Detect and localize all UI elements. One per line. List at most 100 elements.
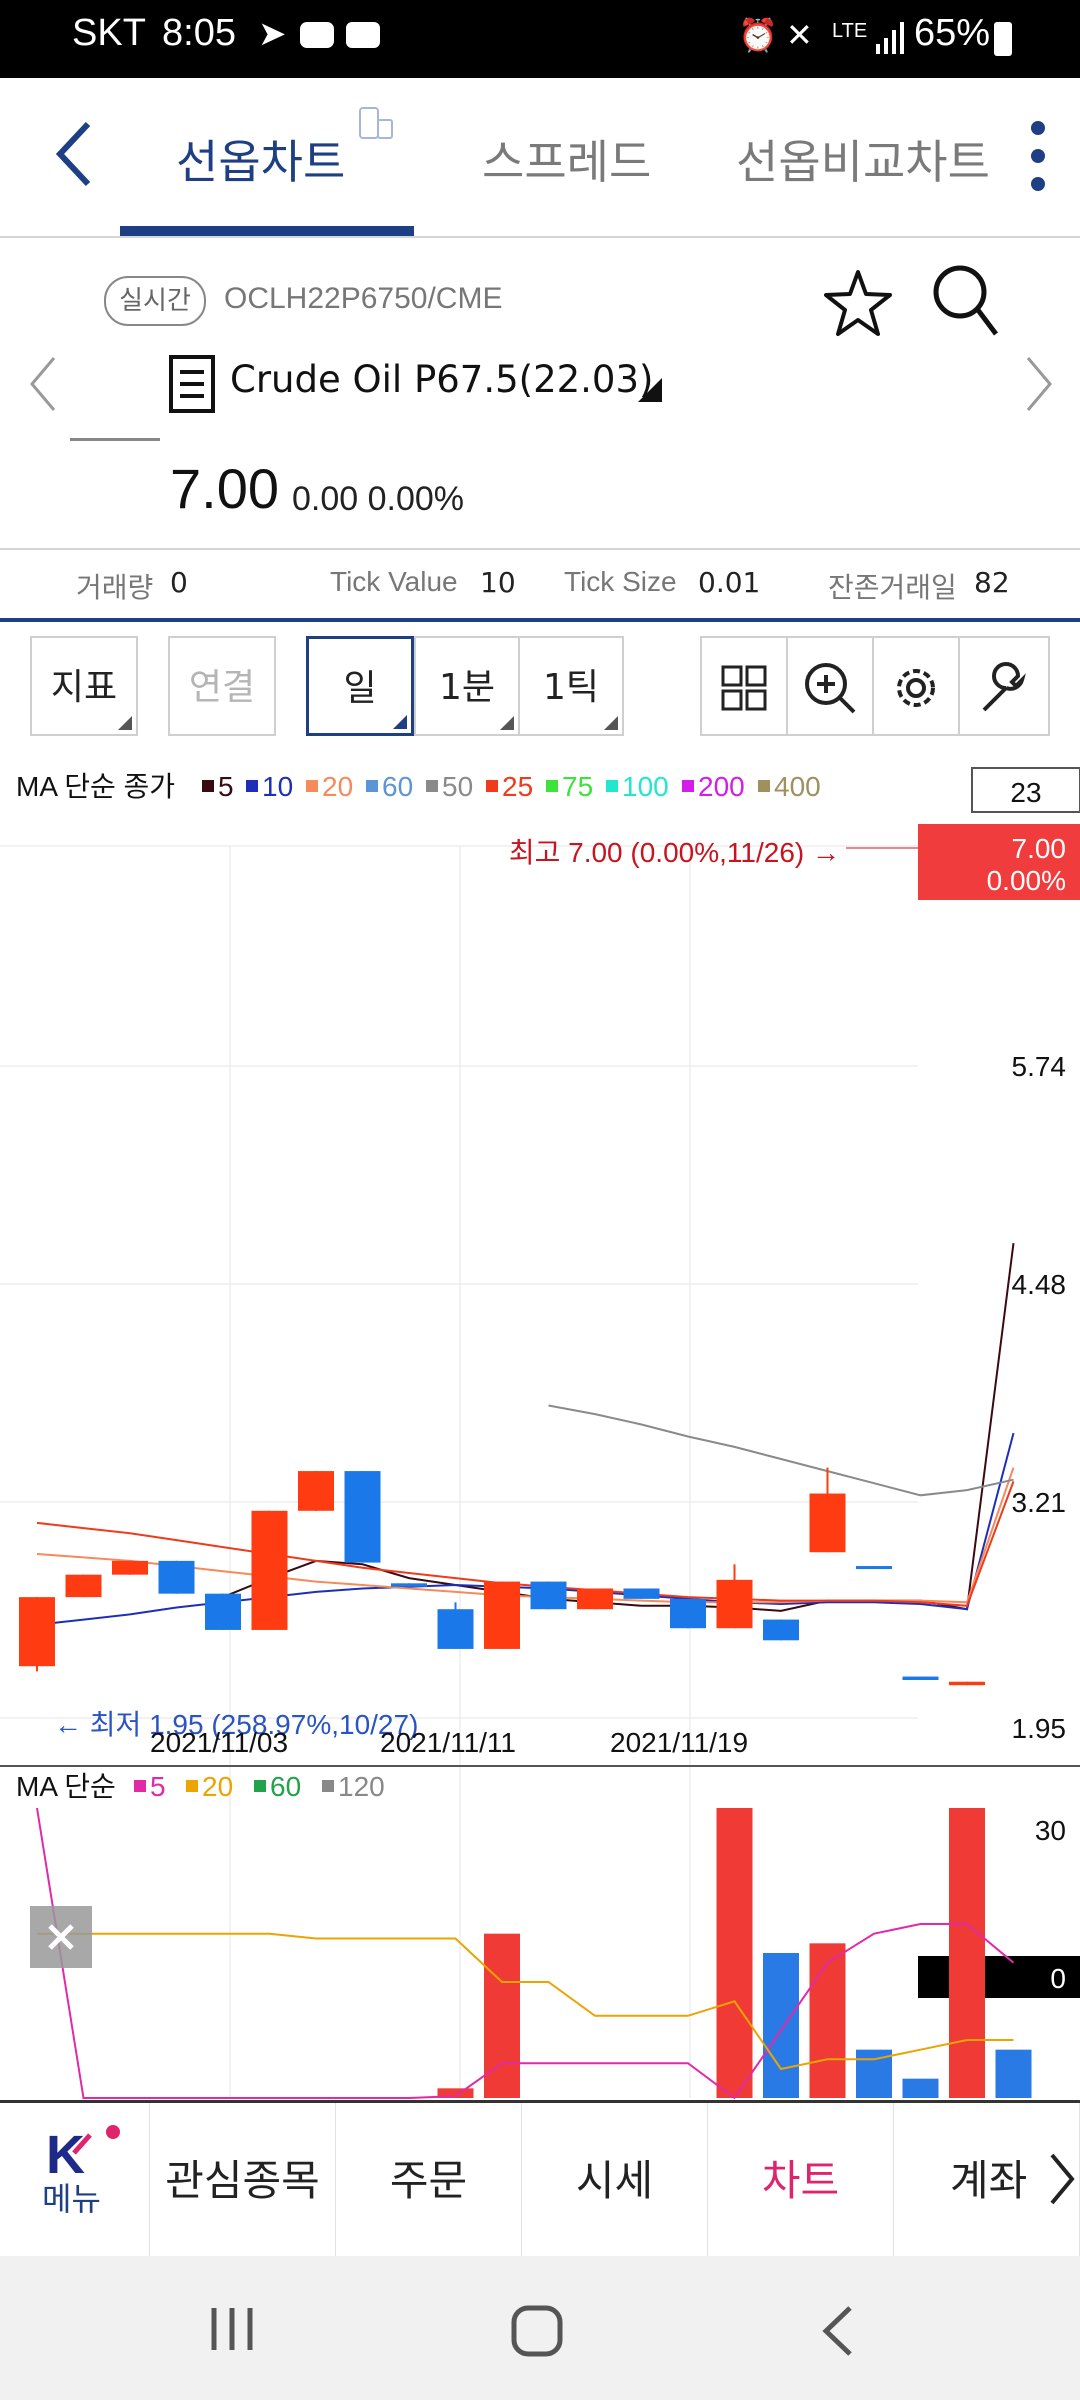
carrier-label: SKT [72, 12, 146, 54]
tick-value: 10 [480, 566, 516, 599]
period-tick-button[interactable]: 1틱 [518, 636, 624, 736]
search-icon[interactable] [930, 262, 1000, 344]
legend-swatch [306, 780, 318, 792]
tick-label: 1틱 [542, 667, 600, 708]
prev-instrument-icon[interactable] [26, 354, 60, 418]
candle [577, 1588, 613, 1610]
signal-icon [876, 22, 904, 54]
candle [809, 1493, 846, 1553]
x-axis-label: 2021/11/19 [610, 1727, 748, 1758]
y-tick-label: 1.95 [1012, 1713, 1067, 1744]
more-menu-icon[interactable] [1026, 120, 1050, 196]
legend-swatch [426, 780, 438, 792]
indicator-button[interactable]: 지표 [30, 636, 138, 736]
candle [205, 1593, 241, 1630]
legend-label: 60 [382, 771, 413, 802]
legend-swatch [202, 780, 214, 792]
legend-label: 50 [442, 771, 473, 802]
settings-button[interactable] [872, 636, 960, 736]
home-icon[interactable] [510, 2304, 564, 2362]
link-button[interactable]: 연결 [168, 636, 276, 736]
instrument-name[interactable]: Crude Oil P67.5(22.03) [230, 358, 653, 401]
next-instrument-icon[interactable] [1022, 354, 1056, 418]
network-type: LTE [832, 20, 868, 42]
legend-label: 400 [774, 771, 821, 802]
legend-swatch [134, 1780, 146, 1792]
legend-label: 5 [150, 1771, 166, 1802]
legend-label: 25 [502, 771, 533, 802]
candle [484, 1581, 520, 1649]
legend-swatch [758, 780, 770, 792]
tools-button[interactable] [958, 636, 1050, 736]
wrench-icon [982, 662, 1026, 712]
current-price: 7.00 [170, 457, 279, 520]
menu-button[interactable]: K 메뉴 [0, 2103, 150, 2259]
candle [158, 1560, 195, 1594]
volume-bar [716, 1808, 753, 2098]
recent-apps-icon[interactable] [208, 2306, 258, 2356]
tab-futures-options-chart[interactable]: 선옵차트 [176, 126, 345, 192]
period-minute-button[interactable]: 1분 [414, 636, 520, 736]
nav-watchlist[interactable]: 관심종목 [150, 2103, 336, 2259]
stats-row: 거래량 0 Tick Value 10 Tick Size 0.01 잔존거래일… [0, 548, 1080, 622]
legend-swatch [606, 780, 618, 792]
legend-label: 75 [562, 771, 593, 802]
candle [391, 1583, 427, 1587]
nav-chart[interactable]: 차트 [708, 2103, 894, 2259]
notification-dot [106, 2125, 120, 2139]
candle [19, 1597, 55, 1667]
tick-size-label: Tick Size [564, 566, 677, 597]
nav-quotes[interactable]: 시세 [522, 2103, 708, 2259]
tab-compare-chart[interactable]: 선옵비교차트 [736, 126, 990, 192]
candle [623, 1588, 660, 1599]
tick-value-label: Tick Value [330, 566, 458, 597]
grid-icon [721, 665, 767, 711]
volume-bar [949, 1808, 985, 2098]
system-nav-bar [0, 2256, 1080, 2400]
legend-swatch [322, 1780, 334, 1792]
ma-line [222, 1242, 1015, 1612]
blog-icon [346, 22, 380, 48]
period-day-button[interactable]: 일 [306, 636, 414, 736]
top-nav: 선옵차트 스프레드 선옵비교차트 [0, 78, 1080, 238]
scroll-right-icon[interactable] [1046, 2149, 1076, 2213]
legend-label: 5 [218, 771, 234, 802]
volume-ma-line [37, 1932, 1014, 2071]
y-tick-label: 4.48 [1012, 1269, 1067, 1300]
legend-swatch [682, 780, 694, 792]
tick-size: 0.01 [698, 566, 761, 599]
legend-label: 120 [338, 1771, 385, 1802]
star-icon[interactable] [824, 268, 892, 342]
zoom-button[interactable] [786, 636, 874, 736]
volume-tick-label: 30 [1035, 1815, 1066, 1846]
volume-bar [995, 2049, 1032, 2098]
mute-icon: ✕ [786, 17, 813, 53]
instrument-code: OCLH22P6750/CME [224, 282, 503, 315]
candle [65, 1574, 102, 1598]
corner-mark-icon [393, 715, 407, 729]
candle-count: 23 [1010, 777, 1041, 808]
legend-label: 20 [202, 1771, 233, 1802]
link-label: 연결 [188, 667, 256, 708]
volume-bar [902, 2078, 939, 2098]
tab-spread[interactable]: 스프레드 [482, 126, 651, 192]
system-back-icon[interactable] [820, 2304, 856, 2362]
legend-label: 100 [622, 771, 669, 802]
volume-legend-title: MA 단순 [16, 1771, 116, 1802]
candle [949, 1681, 985, 1686]
layout-grid-button[interactable] [700, 636, 788, 736]
zoom-in-icon [805, 663, 856, 714]
dropdown-arrow-icon[interactable] [636, 376, 664, 408]
day-label: 일 [343, 668, 377, 709]
legend-swatch [366, 780, 378, 792]
nav-order[interactable]: 주문 [336, 2103, 522, 2259]
chart-area: MA 단순 종가 5 10 20 60 50 25 75 100 200 400 23 5.74 4.48… [0, 762, 1080, 2100]
divider-line [70, 438, 160, 441]
candlestick-chart: MA 단순 종가 5 10 20 60 50 25 75 100 200 400 235.744.48… [0, 767, 1080, 2100]
high-annotation: 최고 7.00 (0.00%,11/26) → [509, 837, 840, 868]
x-axis-label: 2021/11/03 [150, 1727, 288, 1758]
legend-label: 200 [698, 771, 745, 802]
x-axis-label: 2021/11/11 [380, 1727, 516, 1758]
candle [530, 1581, 567, 1610]
back-icon[interactable] [52, 118, 96, 194]
